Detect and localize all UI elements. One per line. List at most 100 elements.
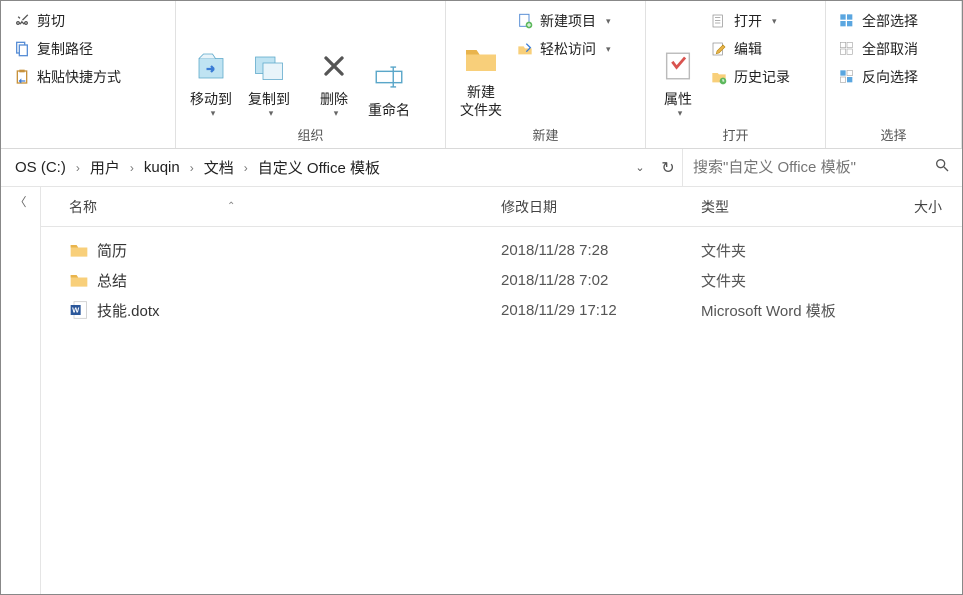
- file-type: 文件夹: [701, 270, 901, 291]
- open-label: 打开: [734, 11, 762, 31]
- nav-pane[interactable]: 〈: [1, 187, 41, 594]
- file-name: 简历: [97, 240, 127, 261]
- invert-icon: [838, 68, 856, 86]
- chevron-right-icon[interactable]: ›: [128, 161, 136, 175]
- nav-row: OS (C:) › 用户 › kuqin › 文档 › 自定义 Office 模…: [1, 149, 962, 187]
- new-item-label: 新建项目: [540, 11, 596, 31]
- file-row[interactable]: 总结 2018/11/28 7:02文件夹: [41, 265, 962, 295]
- breadcrumb-item[interactable]: kuqin: [140, 157, 184, 178]
- column-size[interactable]: 大小: [901, 197, 962, 217]
- file-type: Microsoft Word 模板: [701, 300, 901, 321]
- delete-label: 删除: [320, 90, 348, 108]
- ribbon-group-new: 新建文件夹 新建项目 ▾ 轻松访问 ▾ 新建: [446, 1, 646, 148]
- file-type: 文件夹: [701, 240, 901, 261]
- open-group-label: 打开: [652, 121, 819, 148]
- open-icon: [710, 12, 728, 30]
- ribbon-group-clipboard: 剪切 复制路径 粘贴快捷方式: [1, 1, 176, 148]
- ribbon-group-organize: 移动到 ▾ 复制到 ▾ 删除 ▾: [176, 1, 446, 148]
- new-folder-icon: [463, 41, 499, 77]
- breadcrumb-item[interactable]: OS (C:): [11, 157, 70, 178]
- refresh-button[interactable]: ↻: [654, 154, 682, 182]
- refresh-icon: ↻: [661, 158, 674, 178]
- chevron-right-icon[interactable]: ›: [188, 161, 196, 175]
- dropdown-icon: ▾: [678, 108, 683, 119]
- breadcrumb-item[interactable]: 文档: [200, 155, 238, 180]
- rename-icon: [371, 59, 407, 95]
- dropdown-icon: ▾: [606, 44, 611, 55]
- file-row[interactable]: 简历2018/11/28 7:28文件夹: [41, 235, 962, 265]
- new-item-button[interactable]: 新建项目 ▾: [510, 7, 617, 35]
- file-name: 技能.dotx: [97, 300, 160, 321]
- file-row[interactable]: W 技能.dotx 2018/11/29 17:12Microsoft Word 模…: [41, 295, 962, 325]
- word-doc-icon: W: [69, 300, 89, 320]
- paste-shortcut-button[interactable]: 粘贴快捷方式: [7, 63, 127, 91]
- history-button[interactable]: 历史记录: [704, 63, 796, 91]
- dropdown-icon: ▾: [334, 108, 339, 119]
- new-folder-button[interactable]: 新建文件夹: [452, 5, 510, 121]
- folder-icon: [69, 240, 89, 260]
- column-name[interactable]: 名称 ⌃: [41, 197, 501, 217]
- select-none-label: 全部取消: [862, 39, 918, 59]
- cut-button[interactable]: 剪切: [7, 7, 71, 35]
- chevron-down-icon: ⌄: [635, 161, 644, 174]
- column-type[interactable]: 类型: [701, 197, 901, 217]
- paste-shortcut-icon: [13, 68, 31, 86]
- rename-label: 重命名: [368, 101, 410, 119]
- copy-path-icon: [13, 40, 31, 58]
- select-none-icon: [838, 40, 856, 58]
- select-none-button[interactable]: 全部取消: [832, 35, 924, 63]
- select-all-icon: [838, 12, 856, 30]
- delete-button[interactable]: 删除 ▾: [308, 5, 360, 121]
- properties-icon: [660, 48, 696, 84]
- column-headers: 名称 ⌃ 修改日期 类型 大小: [41, 187, 962, 227]
- address-dropdown-button[interactable]: ⌄: [626, 154, 654, 182]
- scissors-icon: [13, 12, 31, 30]
- easy-access-button[interactable]: 轻松访问 ▾: [510, 35, 617, 63]
- organize-group-label: 组织: [182, 121, 439, 148]
- svg-text:W: W: [72, 306, 80, 315]
- dropdown-icon: ▾: [211, 108, 216, 119]
- breadcrumb-item[interactable]: 用户: [86, 155, 124, 180]
- open-button[interactable]: 打开 ▾: [704, 7, 796, 35]
- history-icon: [710, 68, 728, 86]
- search-input[interactable]: [693, 159, 952, 176]
- select-group-label: 选择: [832, 121, 955, 148]
- select-all-label: 全部选择: [862, 11, 918, 31]
- chevron-right-icon[interactable]: ›: [242, 161, 250, 175]
- move-to-icon: [193, 48, 229, 84]
- address-bar[interactable]: OS (C:) › 用户 › kuqin › 文档 › 自定义 Office 模…: [1, 155, 626, 180]
- edit-label: 编辑: [734, 39, 762, 59]
- dropdown-icon: ▾: [772, 16, 777, 27]
- ribbon-group-open: 属性 ▾ 打开 ▾ 编辑: [646, 1, 826, 148]
- rename-button[interactable]: 重命名: [360, 5, 418, 121]
- collapse-icon[interactable]: 〈: [14, 193, 26, 594]
- column-modified[interactable]: 修改日期: [501, 197, 701, 217]
- copy-path-button[interactable]: 复制路径: [7, 35, 99, 63]
- new-folder-l2: 文件夹: [460, 102, 502, 118]
- properties-button[interactable]: 属性 ▾: [652, 5, 704, 121]
- dropdown-icon: ▾: [606, 16, 611, 27]
- search-icon[interactable]: [934, 157, 950, 178]
- move-to-button[interactable]: 移动到 ▾: [182, 5, 240, 121]
- copy-to-button[interactable]: 复制到 ▾: [240, 5, 298, 121]
- file-name: 总结: [97, 270, 127, 291]
- copy-to-icon: [251, 48, 287, 84]
- file-modified: 2018/11/28 7:02: [501, 272, 701, 289]
- new-item-icon: [516, 12, 534, 30]
- chevron-right-icon[interactable]: ›: [74, 161, 82, 175]
- edit-button[interactable]: 编辑: [704, 35, 796, 63]
- copy-path-label: 复制路径: [37, 39, 93, 59]
- folder-icon: [69, 270, 89, 290]
- invert-selection-button[interactable]: 反向选择: [832, 63, 924, 91]
- ribbon-group-select: 全部选择 全部取消 反向选择 选择: [826, 1, 962, 148]
- breadcrumb-item[interactable]: 自定义 Office 模板: [254, 155, 384, 180]
- ribbon: 剪切 复制路径 粘贴快捷方式 移动到: [1, 1, 962, 149]
- search-box[interactable]: [682, 149, 962, 186]
- cut-label: 剪切: [37, 11, 65, 31]
- delete-icon: [316, 48, 352, 84]
- column-name-label: 名称: [69, 197, 97, 217]
- edit-icon: [710, 40, 728, 58]
- select-all-button[interactable]: 全部选择: [832, 7, 924, 35]
- history-label: 历史记录: [734, 67, 790, 87]
- file-modified: 2018/11/29 17:12: [501, 302, 701, 319]
